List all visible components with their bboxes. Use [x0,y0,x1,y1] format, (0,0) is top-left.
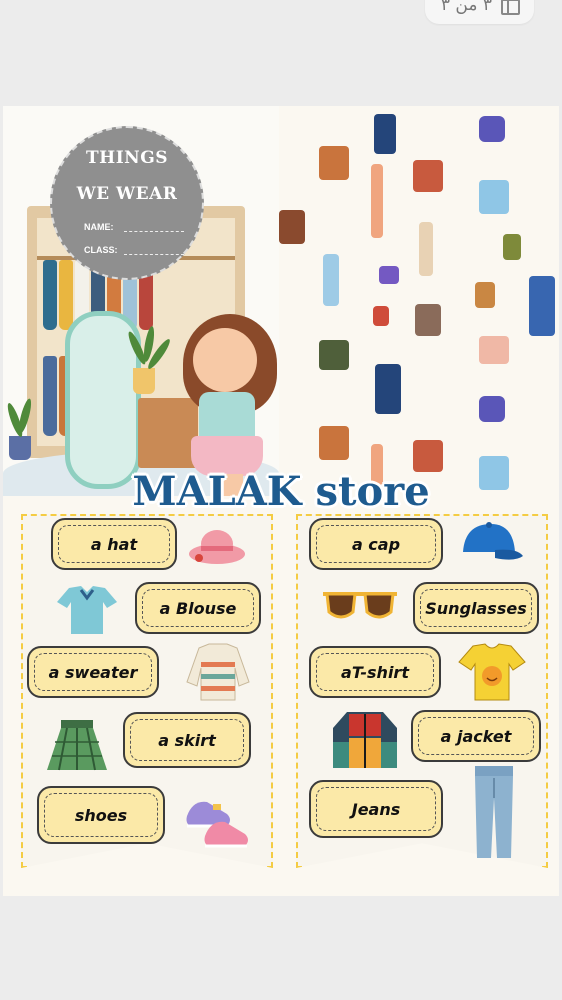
tshirt-icon [458,643,526,701]
cover-illustration: THINGS WE WEAR NAME: CLASS: [3,106,279,496]
store-banner: MALAK store [132,468,430,515]
word-card-cap[interactable]: a cap [309,518,443,570]
word-card-hat[interactable]: a hat [51,518,177,570]
jeans-icon [475,766,513,858]
word-card-skirt[interactable]: a skirt [123,712,251,768]
pages-icon [500,0,520,15]
word-card-jeans[interactable]: Jeans [309,780,443,838]
hat-icon [189,530,245,564]
vocabulary-section: a hat a Blouse a sweater a skirt shoes a… [3,496,559,896]
sunglasses-icon [323,592,397,619]
skirt-icon [47,720,107,771]
document-page: THINGS WE WEAR NAME: CLASS: MALAK store [3,106,559,896]
word-card-sunglasses[interactable]: Sunglasses [413,582,539,634]
page-indicator[interactable]: ٣ من ٣ [424,0,534,24]
viewer-top-bar: ٣ من ٣ [0,0,562,104]
word-card-tshirt[interactable]: aT-shirt [309,646,441,698]
word-card-jacket[interactable]: a jacket [411,710,541,762]
page-count-label: ٣ من ٣ [440,0,492,15]
jacket-icon [333,712,397,768]
word-card-blouse[interactable]: a Blouse [135,582,261,634]
shoes-icon [186,801,248,848]
class-field-label: CLASS: [84,245,183,255]
word-card-shoes[interactable]: shoes [37,786,165,844]
title-badge: THINGS WE WEAR NAME: CLASS: [50,126,204,280]
viewer-bottom-bar [0,896,562,1000]
sweater-icon [186,643,250,701]
blouse-icon [57,586,117,634]
word-card-sweater[interactable]: a sweater [27,646,159,698]
cover-title-line2: WE WEAR [76,184,178,204]
cover-title-line1: THINGS [86,148,168,168]
clothing-pattern [279,106,559,496]
cap-icon [463,522,523,560]
name-field-label: NAME: [84,222,183,232]
